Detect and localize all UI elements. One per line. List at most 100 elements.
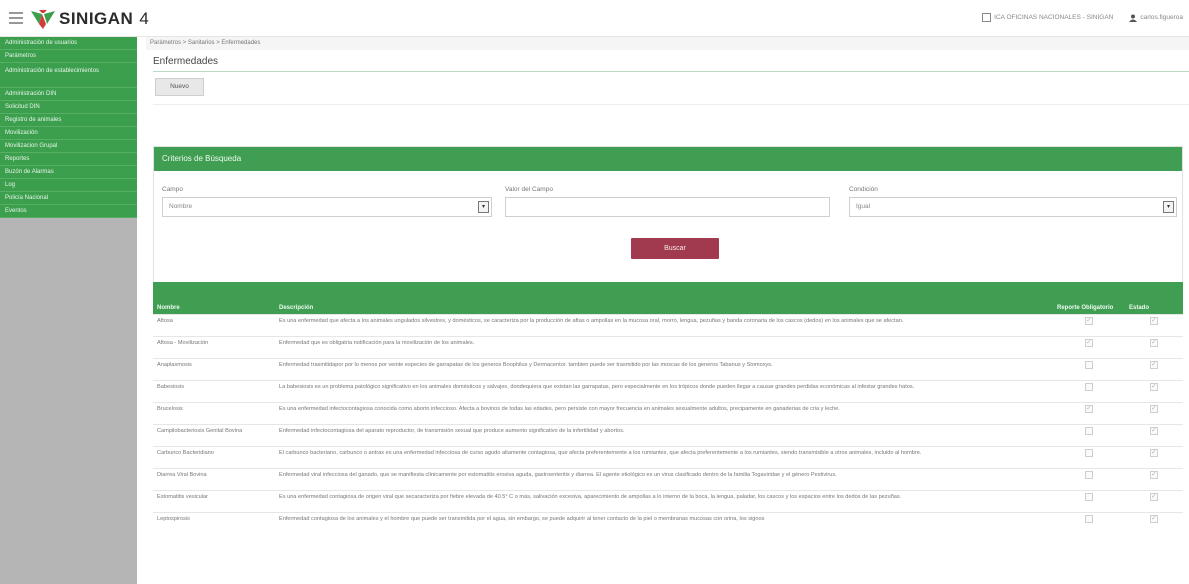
chevron-down-icon[interactable]: ▾ [1163,201,1174,213]
cell-name: Carbunco Bacteridiano [153,445,275,468]
sidebar-item-establecimientos[interactable]: Administración de establecimientos [0,63,137,88]
table-row[interactable]: Aftosa - Movilización Enfermedad que es o… [153,335,1183,358]
condition-label: Condición [849,186,878,193]
sidebar-item-alarmas[interactable]: Buzón de Alarmas [0,166,137,179]
status-checkbox[interactable] [1150,338,1158,347]
cell-mandatory [1053,423,1125,446]
status-checkbox[interactable] [1150,470,1158,479]
cell-name: Aftosa [153,313,275,336]
sidebar-item-solicitud-din[interactable]: Solicitud DIN [0,101,137,114]
status-checkbox[interactable] [1150,316,1158,325]
cell-mandatory [1053,335,1125,358]
sidebar-item-movilizacion-grupal[interactable]: Movilizacion Grupal [0,140,137,153]
breadcrumb[interactable]: Parámetros > Sanitarios > Enfermedades [146,37,1189,50]
column-header-status[interactable]: Estado [1125,282,1183,314]
mandatory-checkbox[interactable] [1085,470,1093,479]
sidebar-item-admin-din[interactable]: Administración DIN [0,88,137,101]
column-header-description[interactable]: Descripción [275,282,1053,314]
cell-description: Enfermedad trasmitidapor por lo menos po… [275,357,1053,380]
cell-name: Campilobacteriosis Genital Bovina [153,423,275,446]
table-row[interactable]: Anaplasmosis Enfermedad trasmitidapor por… [153,357,1183,380]
app-logo[interactable]: SINIGAN 4 [30,7,149,31]
column-header-name[interactable]: Nombre [153,282,275,314]
table-row[interactable]: Leptospirosis Enfermedad contagiosa de lo… [153,511,1183,534]
cell-mandatory [1053,511,1125,534]
cell-name: Diarrea Viral Bovina [153,467,275,490]
cell-description: Enfermedad viral infecciosa del ganado, … [275,467,1053,490]
mandatory-checkbox[interactable] [1085,426,1093,435]
sidebar-item-reportes[interactable]: Reportes [0,153,137,166]
cell-mandatory [1053,313,1125,336]
sidebar-item-usuarios[interactable]: Administración de usuarios [0,37,137,50]
sidebar-item-eventos[interactable]: Eventos [0,205,137,218]
search-button[interactable]: Buscar [631,238,719,259]
field-label: Campo [162,186,183,193]
sidebar-item-parametros[interactable]: Parámetros [0,50,137,63]
mandatory-checkbox[interactable] [1085,338,1093,347]
logo-icon [31,10,55,29]
user-label[interactable]: carlos.figueroa [1140,14,1183,21]
cell-description: Enfermedad que es obligatria notificació… [275,335,1053,358]
cell-name: Anaplasmosis [153,357,275,380]
cell-mandatory [1053,489,1125,512]
cell-status [1125,401,1183,424]
mandatory-checkbox[interactable] [1085,514,1093,523]
sidebar-item-registro-animales[interactable]: Registro de animales [0,114,137,127]
mandatory-checkbox[interactable] [1085,404,1093,413]
mandatory-checkbox[interactable] [1085,448,1093,457]
cell-description: La babesiosis es un problema patológico … [275,379,1053,402]
mandatory-checkbox[interactable] [1085,316,1093,325]
cell-name: Leptospirosis [153,511,275,534]
mandatory-checkbox[interactable] [1085,360,1093,369]
office-label[interactable]: ICA OFICINAS NACIONALES - SINIGAN [994,14,1113,21]
chevron-down-icon[interactable]: ▾ [478,201,489,213]
table-row[interactable]: Estomatitis vesicular Es una enfermedad c… [153,489,1183,512]
diseases-table: Nombre Descripción Reporte Obligatorio E… [153,282,1183,534]
value-label: Valor del Campo [505,186,553,193]
criteria-title: Criterios de Búsqueda [154,147,1182,171]
status-checkbox[interactable] [1150,360,1158,369]
cell-description: Es una enfermedad infectocontagiosa cono… [275,401,1053,424]
column-header-mandatory[interactable]: Reporte Obligatorio [1053,282,1125,314]
cell-description: Es una enfermedad contagiosa de origen v… [275,489,1053,512]
sidebar-item-policia[interactable]: Policía Nacional [0,192,137,205]
status-checkbox[interactable] [1150,448,1158,457]
mandatory-checkbox[interactable] [1085,382,1093,391]
table-row[interactable]: Carbunco Bacteridiano El carbunco bacteri… [153,445,1183,468]
user-icon [1129,14,1138,22]
app-version: 4 [139,9,149,28]
cell-name: Estomatitis vesicular [153,489,275,512]
table-row[interactable]: Brucelosis Es una enfermedad infectoconta… [153,401,1183,424]
condition-select[interactable]: Igual ▾ [849,197,1177,217]
field-select-value: Nombre [169,203,193,210]
new-button[interactable]: Nuevo [155,78,204,96]
value-input[interactable] [505,197,830,217]
cell-status [1125,423,1183,446]
cell-status [1125,467,1183,490]
table-row[interactable]: Diarrea Viral Bovina Enfermedad viral inf… [153,467,1183,490]
menu-icon[interactable] [9,12,23,24]
field-select[interactable]: Nombre ▾ [162,197,492,217]
sidebar-item-movilizacion[interactable]: Movilización [0,127,137,140]
cell-status [1125,489,1183,512]
cell-mandatory [1053,401,1125,424]
cell-status [1125,379,1183,402]
mandatory-checkbox[interactable] [1085,492,1093,501]
status-checkbox[interactable] [1150,404,1158,413]
status-checkbox[interactable] [1150,426,1158,435]
cell-status [1125,357,1183,380]
section-divider [153,104,1189,105]
sidebar-item-log[interactable]: Log [0,179,137,192]
status-checkbox[interactable] [1150,492,1158,501]
table-row[interactable]: Campilobacteriosis Genital Bovina Enferme… [153,423,1183,446]
page-title: Enfermedades [153,56,219,67]
cell-description: Es una enfermedad que afecta a los anima… [275,313,1053,336]
status-checkbox[interactable] [1150,514,1158,523]
table-row[interactable]: Aftosa Es una enfermedad que afecta a los… [153,313,1183,336]
office-icon [982,13,992,22]
sidebar: Administración de usuarios Parámetros Ad… [0,37,137,584]
status-checkbox[interactable] [1150,382,1158,391]
cell-mandatory [1053,445,1125,468]
cell-name: Babesiosis [153,379,275,402]
table-row[interactable]: Babesiosis La babesiosis es un problema p… [153,379,1183,402]
